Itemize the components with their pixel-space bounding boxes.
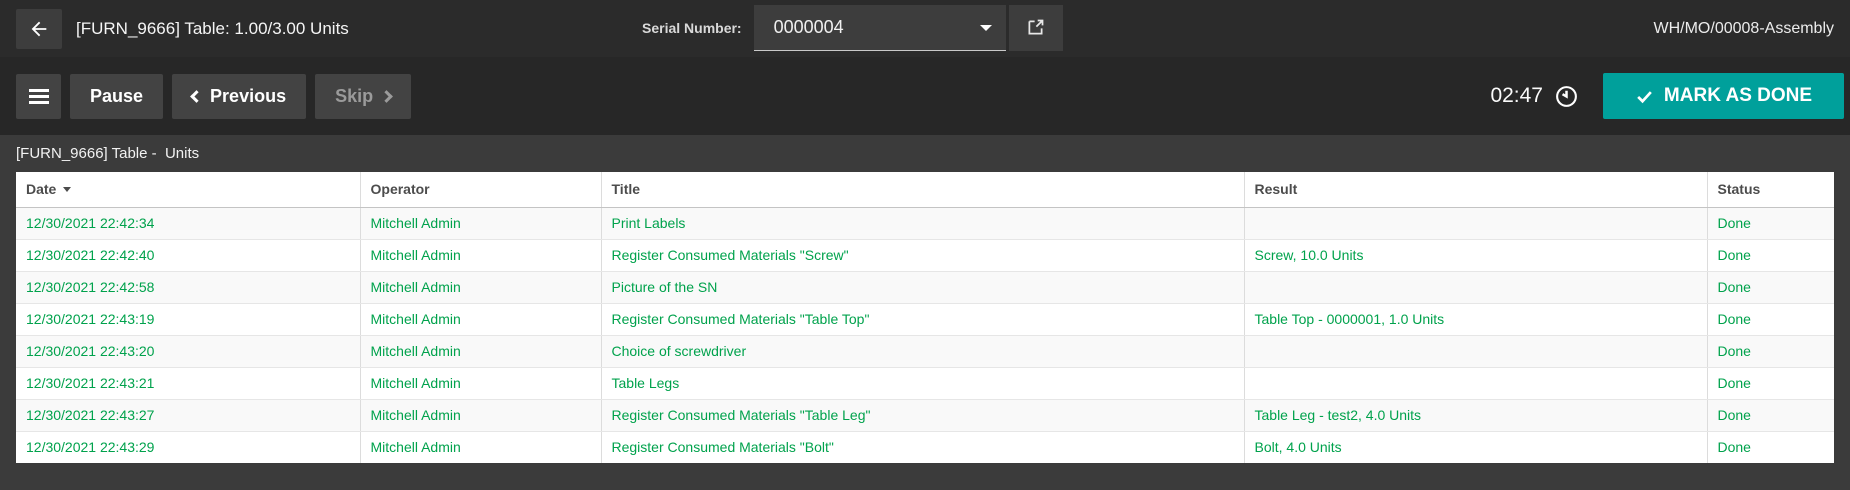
- menu-button[interactable]: [16, 74, 61, 119]
- cell-operator: Mitchell Admin: [360, 367, 601, 399]
- cell-title: Table Legs: [601, 367, 1244, 399]
- table-row[interactable]: 12/30/2021 22:42:58Mitchell AdminPicture…: [16, 271, 1834, 303]
- cell-status: Done: [1707, 271, 1834, 303]
- skip-button[interactable]: Skip: [315, 74, 411, 119]
- column-header-operator[interactable]: Operator: [360, 172, 601, 207]
- arrow-left-icon: [28, 18, 50, 40]
- cell-result: [1244, 367, 1707, 399]
- cell-title: Register Consumed Materials "Bolt": [601, 431, 1244, 463]
- worksheet-subtitle: [FURN_9666] Table - Units: [0, 135, 1850, 172]
- cell-result: Table Top - 0000001, 1.0 Units: [1244, 303, 1707, 335]
- open-record-button[interactable]: [1009, 5, 1063, 51]
- mark-as-done-label: MARK AS DONE: [1664, 85, 1812, 107]
- sort-desc-icon: [63, 187, 71, 192]
- column-header-label: Operator: [371, 181, 430, 197]
- external-link-icon: [1025, 17, 1046, 38]
- cell-result: [1244, 335, 1707, 367]
- serial-number-select[interactable]: 0000004: [754, 5, 1006, 51]
- work-log-table: Date Operator Title Result Status 12/30/2021…: [16, 172, 1834, 463]
- cell-date: 12/30/2021 22:42:34: [16, 207, 360, 239]
- cell-operator: Mitchell Admin: [360, 207, 601, 239]
- cell-date: 12/30/2021 22:43:19: [16, 303, 360, 335]
- cell-result: [1244, 207, 1707, 239]
- cell-operator: Mitchell Admin: [360, 399, 601, 431]
- cell-title: Picture of the SN: [601, 271, 1244, 303]
- worksheet-content: [FURN_9666] Table - Units Date Operator Ti…: [0, 135, 1850, 490]
- serial-number-group: Serial Number: 0000004: [642, 4, 1063, 51]
- cell-result: [1244, 271, 1707, 303]
- pause-button[interactable]: Pause: [70, 74, 163, 119]
- cell-status: Done: [1707, 431, 1834, 463]
- cell-date: 12/30/2021 22:43:27: [16, 399, 360, 431]
- cell-date: 12/30/2021 22:43:29: [16, 431, 360, 463]
- cell-date: 12/30/2021 22:42:40: [16, 239, 360, 271]
- cell-title: Register Consumed Materials "Table Top": [601, 303, 1244, 335]
- workorder-toolbar: Pause Previous Skip 02:47 MARK AS DONE: [0, 57, 1850, 135]
- cell-operator: Mitchell Admin: [360, 335, 601, 367]
- column-header-label: Date: [26, 181, 56, 197]
- cell-result: Bolt, 4.0 Units: [1244, 431, 1707, 463]
- column-header-title[interactable]: Title: [601, 172, 1244, 207]
- page-title: [FURN_9666] Table: 1.00/3.00 Units: [76, 19, 349, 39]
- cell-status: Done: [1707, 207, 1834, 239]
- table-row[interactable]: 12/30/2021 22:42:40Mitchell AdminRegiste…: [16, 239, 1834, 271]
- table-row[interactable]: 12/30/2021 22:43:19Mitchell AdminRegiste…: [16, 303, 1834, 335]
- cell-title: Register Consumed Materials "Screw": [601, 239, 1244, 271]
- serial-number-value: 0000004: [774, 17, 844, 38]
- cell-operator: Mitchell Admin: [360, 239, 601, 271]
- cell-title: Register Consumed Materials "Table Leg": [601, 399, 1244, 431]
- previous-button[interactable]: Previous: [172, 74, 306, 119]
- pause-button-label: Pause: [90, 86, 143, 107]
- cell-result: Table Leg - test2, 4.0 Units: [1244, 399, 1707, 431]
- table-row[interactable]: 12/30/2021 22:43:21Mitchell AdminTable L…: [16, 367, 1834, 399]
- cell-operator: Mitchell Admin: [360, 303, 601, 335]
- cell-status: Done: [1707, 239, 1834, 271]
- timer-value: 02:47: [1490, 84, 1543, 108]
- cell-title: Choice of screwdriver: [601, 335, 1244, 367]
- check-icon: [1635, 87, 1654, 106]
- chevron-down-icon: [980, 25, 992, 31]
- table-row[interactable]: 12/30/2021 22:43:27Mitchell AdminRegiste…: [16, 399, 1834, 431]
- cell-title: Print Labels: [601, 207, 1244, 239]
- manufacturing-order-reference: WH/MO/00008-Assembly: [1654, 20, 1835, 38]
- cell-status: Done: [1707, 335, 1834, 367]
- timer-group: 02:47: [1490, 84, 1579, 109]
- clock-icon: [1554, 84, 1579, 109]
- column-header-label: Status: [1718, 181, 1761, 197]
- column-header-date[interactable]: Date: [16, 172, 360, 207]
- back-button[interactable]: [16, 9, 62, 49]
- cell-operator: Mitchell Admin: [360, 271, 601, 303]
- hamburger-icon: [29, 95, 49, 98]
- column-header-label: Title: [612, 181, 641, 197]
- column-header-status[interactable]: Status: [1707, 172, 1834, 207]
- table-row[interactable]: 12/30/2021 22:42:34Mitchell AdminPrint L…: [16, 207, 1834, 239]
- mark-as-done-button[interactable]: MARK AS DONE: [1603, 73, 1844, 119]
- column-header-label: Result: [1255, 181, 1298, 197]
- cell-date: 12/30/2021 22:43:20: [16, 335, 360, 367]
- cell-status: Done: [1707, 303, 1834, 335]
- cell-date: 12/30/2021 22:42:58: [16, 271, 360, 303]
- cell-result: Screw, 10.0 Units: [1244, 239, 1707, 271]
- table-row[interactable]: 12/30/2021 22:43:29Mitchell AdminRegiste…: [16, 431, 1834, 463]
- previous-button-label: Previous: [210, 86, 286, 107]
- column-header-result[interactable]: Result: [1244, 172, 1707, 207]
- cell-date: 12/30/2021 22:43:21: [16, 367, 360, 399]
- table-row[interactable]: 12/30/2021 22:43:20Mitchell AdminChoice …: [16, 335, 1834, 367]
- skip-button-label: Skip: [335, 86, 373, 107]
- top-bar: [FURN_9666] Table: 1.00/3.00 Units Seria…: [0, 0, 1850, 57]
- chevron-left-icon: [190, 90, 203, 103]
- cell-operator: Mitchell Admin: [360, 431, 601, 463]
- cell-status: Done: [1707, 367, 1834, 399]
- cell-status: Done: [1707, 399, 1834, 431]
- chevron-right-icon: [380, 90, 393, 103]
- serial-number-label: Serial Number:: [642, 20, 742, 36]
- table-header-row: Date Operator Title Result Status: [16, 172, 1834, 207]
